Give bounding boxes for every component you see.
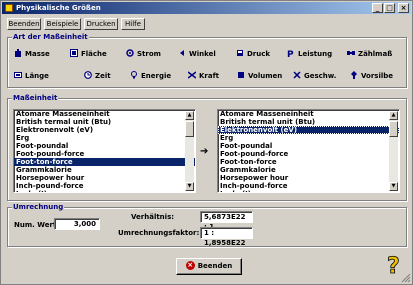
ratio-label: Verhältnis: — [131, 213, 175, 221]
target-unit-item[interactable]: Inch-pound-force — [218, 182, 399, 190]
source-unit-item[interactable]: Grammkalorie — [14, 166, 195, 174]
drucken-menu-button[interactable]: Drucken — [84, 18, 118, 30]
ratio-value: 5,6873E22 : 1 — [200, 211, 253, 231]
close-button[interactable]: × — [398, 3, 409, 13]
target-list-scrollbar[interactable]: ▲ ▼ — [389, 111, 398, 191]
target-unit-item[interactable]: Foot-ton-force — [218, 158, 399, 166]
window-title: Physikalische Größen — [16, 4, 101, 12]
close-x-icon: × — [185, 260, 195, 270]
minimize-button[interactable]: _ — [372, 3, 383, 13]
num-value-input[interactable]: 3,000 — [54, 218, 100, 230]
geschw-button[interactable]: Geschw. — [293, 69, 336, 83]
scroll-thumb[interactable] — [389, 121, 398, 137]
num-value-label: Num. Wert: — [14, 221, 60, 229]
masse-button[interactable]: Masse — [14, 47, 50, 61]
source-unit-items: Atomare Masseneinheit British termal unit… — [14, 110, 195, 192]
scroll-down-icon[interactable]: ▼ — [389, 182, 398, 191]
current-icon — [126, 49, 134, 57]
target-unit-item[interactable]: Horsepower hour — [218, 174, 399, 182]
scroll-up-icon[interactable]: ▲ — [389, 111, 398, 120]
source-unit-item[interactable]: Horsepower hour — [14, 174, 195, 182]
target-unit-item[interactable]: Atomare Masseneinheit — [218, 110, 399, 118]
resize-grip-icon[interactable] — [401, 273, 411, 283]
target-unit-item[interactable]: Joule (J) — [218, 190, 399, 192]
target-unit-item[interactable]: Foot-poundal — [218, 142, 399, 150]
main-window: Physikalische Größen _ □ × Beenden Beisp… — [0, 0, 413, 285]
target-unit-item[interactable]: Grammkalorie — [218, 166, 399, 174]
source-unit-item[interactable]: British termal unit (Btu) — [14, 118, 195, 126]
count-icon — [347, 51, 355, 55]
source-unit-item[interactable]: Erg — [14, 134, 195, 142]
quantity-type-group-label: Art der Maßeinheit — [12, 33, 89, 42]
power-icon: P — [287, 50, 294, 57]
clock-icon — [84, 71, 92, 79]
zeit-button[interactable]: Zeit — [84, 69, 111, 83]
beenden-button[interactable]: × Beenden — [176, 258, 242, 275]
unit-group-label: Maßeinheit — [12, 94, 59, 103]
source-unit-item[interactable]: Foot-pound-force — [14, 150, 195, 158]
force-icon — [188, 71, 196, 79]
kraft-button[interactable]: Kraft — [188, 69, 219, 83]
target-unit-item[interactable]: British termal unit (Btu) — [218, 118, 399, 126]
source-unit-item[interactable]: Joule (J) — [14, 190, 195, 192]
cube-icon — [238, 72, 244, 78]
source-unit-item[interactable]: Foot-ton-force — [14, 158, 195, 166]
app-icon — [5, 4, 13, 12]
winkel-button[interactable]: Winkel — [178, 47, 216, 61]
laenge-button[interactable]: Länge — [14, 69, 49, 83]
maximize-button[interactable]: □ — [384, 3, 395, 13]
bulb-icon — [131, 71, 137, 79]
pressure-icon — [237, 50, 243, 56]
target-unit-items: Atomare Masseneinheit British termal unit… — [218, 110, 399, 192]
zaehlmass-button[interactable]: Zählmaß — [347, 47, 392, 61]
weight-icon — [15, 49, 21, 57]
strom-button[interactable]: Strom — [126, 47, 161, 61]
leistung-button[interactable]: P Leistung — [287, 47, 332, 61]
scroll-down-icon[interactable]: ▼ — [185, 182, 194, 191]
target-unit-list[interactable]: Atomare Masseneinheit British termal unit… — [217, 109, 400, 193]
title-bar: Physikalische Größen _ □ × — [2, 2, 411, 14]
convert-arrow-icon: ➔ — [200, 146, 209, 157]
scroll-up-icon[interactable]: ▲ — [185, 111, 194, 120]
area-icon — [70, 49, 78, 57]
energie-button[interactable]: Energie — [130, 69, 171, 83]
source-unit-item[interactable]: Foot-poundal — [14, 142, 195, 150]
source-unit-item[interactable]: Atomare Masseneinheit — [14, 110, 195, 118]
angle-icon — [180, 50, 184, 56]
length-icon — [14, 72, 22, 78]
conversion-group-label: Umrechnung — [12, 203, 65, 212]
target-unit-item[interactable]: Foot-pound-force — [218, 150, 399, 158]
prefix-icon — [351, 71, 357, 79]
svg-text:P: P — [287, 50, 294, 57]
hilfe-menu-button[interactable]: Hilfe — [121, 18, 145, 30]
source-list-scrollbar[interactable]: ▲ ▼ — [185, 111, 194, 191]
speed-icon — [293, 71, 301, 79]
scroll-thumb[interactable] — [185, 121, 194, 137]
beispiele-menu-button[interactable]: Beispiele — [44, 18, 81, 30]
flaeche-button[interactable]: Fläche — [70, 47, 107, 61]
quantity-type-group: Art der Maßeinheit Masse Fläche Strom Wi… — [7, 33, 407, 88]
help-symbol: ? — [387, 254, 400, 277]
target-unit-item[interactable]: Elektronenvolt (eV) — [218, 126, 399, 134]
factor-value: 1 : 1,8958E22 — [200, 227, 253, 247]
vorsilbe-button[interactable]: Vorsilbe — [350, 69, 393, 83]
druck-button[interactable]: Druck — [236, 47, 270, 61]
beenden-menu-button[interactable]: Beenden — [7, 18, 41, 30]
source-unit-item[interactable]: Elektronenvolt (eV) — [14, 126, 195, 134]
source-unit-item[interactable]: Inch-pound-force — [14, 182, 195, 190]
beenden-button-label: Beenden — [197, 262, 233, 270]
target-unit-item[interactable]: Erg — [218, 134, 399, 142]
source-unit-list[interactable]: Atomare Masseneinheit British termal unit… — [13, 109, 196, 193]
factor-label: Umrechnungsfaktor: — [118, 229, 200, 237]
volumen-button[interactable]: Volumen — [237, 69, 282, 83]
